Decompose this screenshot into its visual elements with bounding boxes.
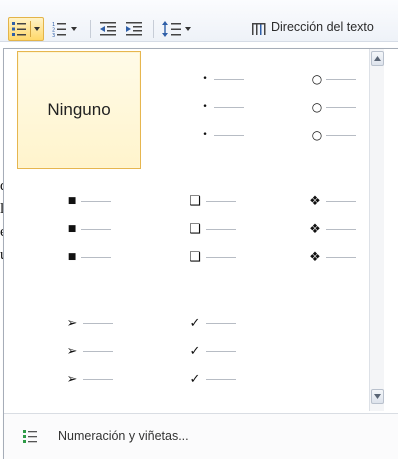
hollow-circle-bullet-icon: ○ [311, 100, 323, 114]
chevron-up-icon [374, 56, 381, 61]
dropdown-footer: Numeración y viñetas... [4, 413, 398, 459]
increase-indent-button[interactable] [122, 17, 146, 41]
align-text-button-partial[interactable] [247, 36, 397, 42]
svg-text:3: 3 [52, 33, 55, 38]
bullet-option-filled-square[interactable]: ■ ■ ■ [17, 173, 141, 291]
checkmark-bullet-icon: ✓ [189, 371, 201, 387]
numbered-list-icon: 1 2 3 [52, 22, 77, 38]
arrowhead-bullet-icon: ➢ [66, 371, 78, 387]
none-option-label: Ninguno [47, 100, 111, 119]
bullet-library-gallery: Ninguno • • • ○ ○ ○ ■ ■ ■ ❑ ❑ ❑ ❖ ❖ ❖ ➢ … [4, 49, 384, 411]
bullet-option-arrowhead[interactable]: ➢ ➢ ➢ [17, 295, 141, 413]
small-dot-bullet-icon: • [202, 129, 208, 140]
bullet-option-none[interactable]: Ninguno [17, 51, 141, 169]
chevron-down-icon [374, 394, 381, 399]
increase-indent-icon [126, 22, 142, 36]
arrowhead-bullet-icon: ➢ [66, 315, 78, 331]
bullet-option-checkmark[interactable]: ✓ ✓ ✓ [142, 295, 266, 413]
decrease-indent-button[interactable] [96, 17, 120, 41]
line-spacing-button[interactable] [160, 17, 194, 41]
scroll-down-button[interactable] [371, 389, 384, 404]
bullets-and-numbering-label: Numeración y viñetas... [58, 429, 189, 443]
bullets-button[interactable] [8, 17, 44, 41]
bullet-list-icon [23, 430, 37, 443]
bullet-list-icon [12, 21, 40, 37]
four-diamond-bullet-icon: ❖ [309, 193, 321, 209]
bullet-option-four-diamond[interactable]: ❖ ❖ ❖ [260, 173, 384, 291]
numbering-button[interactable]: 1 2 3 [50, 17, 82, 41]
checkmark-bullet-icon: ✓ [189, 315, 201, 331]
bullets-dropdown: Ninguno • • • ○ ○ ○ ■ ■ ■ ❑ ❑ ❑ ❖ ❖ ❖ ➢ … [3, 48, 398, 459]
bullet-option-small-dot[interactable]: • • • [142, 51, 266, 169]
bullets-and-numbering-menu-item[interactable]: Numeración y viñetas... [22, 425, 189, 447]
ribbon-toolbar: 1 2 3 Dirección del texto [0, 0, 398, 42]
filled-square-bullet-icon: ■ [67, 195, 77, 206]
toolbar-separator [153, 20, 154, 38]
small-dot-bullet-icon: • [202, 101, 208, 112]
gallery-scrollbar[interactable] [369, 49, 384, 411]
four-diamond-bullet-icon: ❖ [309, 221, 321, 237]
line-spacing-icon [162, 21, 191, 37]
scroll-up-button[interactable] [371, 51, 384, 66]
hollow-square-bullet-icon: ❑ [189, 221, 201, 237]
four-diamond-bullet-icon: ❖ [309, 249, 321, 265]
text-direction-label[interactable]: Dirección del texto [271, 20, 374, 34]
toolbar-separator [90, 20, 91, 38]
hollow-square-bullet-icon: ❑ [189, 249, 201, 265]
bullet-option-hollow-square[interactable]: ❑ ❑ ❑ [142, 173, 266, 291]
decrease-indent-icon [100, 22, 116, 36]
filled-square-bullet-icon: ■ [67, 251, 77, 262]
filled-square-bullet-icon: ■ [67, 223, 77, 234]
hollow-square-bullet-icon: ❑ [189, 193, 201, 209]
checkmark-bullet-icon: ✓ [189, 343, 201, 359]
small-dot-bullet-icon: • [202, 73, 208, 84]
hollow-circle-bullet-icon: ○ [311, 72, 323, 86]
bullet-option-hollow-circle[interactable]: ○ ○ ○ [260, 51, 384, 169]
arrowhead-bullet-icon: ➢ [66, 343, 78, 359]
hollow-circle-bullet-icon: ○ [311, 128, 323, 142]
